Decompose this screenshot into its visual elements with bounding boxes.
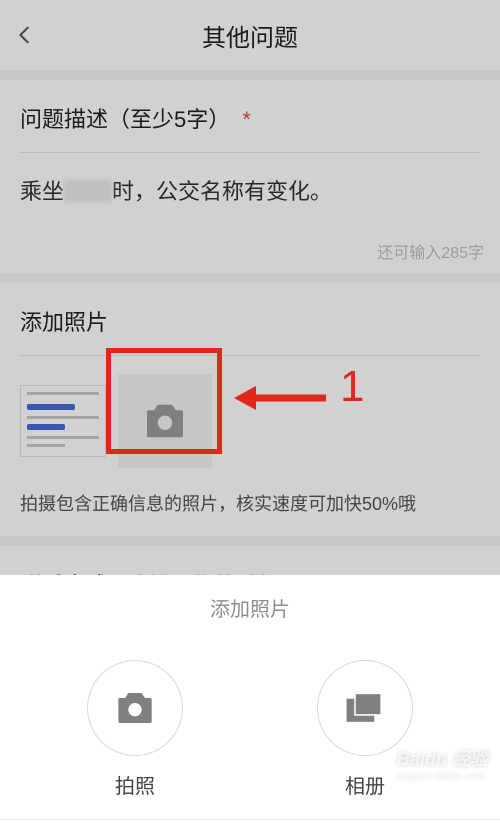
album-label: 相册 (345, 770, 385, 799)
sheet-title-row: 添加照片 (0, 575, 500, 632)
take-photo-option[interactable]: 拍照 (87, 660, 183, 799)
description-input[interactable]: 乘坐 时，公交名称有变化。 还可输入285字 (0, 153, 500, 273)
annotation-box-1 (106, 348, 222, 454)
char-counter: 还可输入285字 (377, 239, 484, 263)
album-circle (317, 660, 413, 756)
take-photo-label: 拍照 (115, 770, 155, 799)
annotation-number-1: 1 (340, 362, 364, 412)
chevron-left-icon (14, 24, 36, 46)
required-mark: * (242, 107, 251, 132)
album-option[interactable]: 相册 (317, 660, 413, 799)
page-title: 其他问题 (202, 18, 298, 53)
back-button[interactable] (14, 0, 36, 70)
annotation-arrow-1 (232, 380, 328, 416)
description-text-suffix: 时，公交名称有变化。 (112, 179, 332, 204)
redacted-text (64, 180, 112, 202)
description-label: 问题描述（至少5字） * (0, 80, 500, 152)
description-text-prefix: 乘坐 (20, 179, 64, 204)
header-bar: 其他问题 (0, 0, 500, 70)
album-icon (345, 691, 385, 725)
description-section: 问题描述（至少5字） * 乘坐 时，公交名称有变化。 还可输入285字 (0, 80, 500, 273)
sheet-options: 拍照 相册 (0, 632, 500, 819)
camera-icon (115, 691, 155, 725)
photo-row (0, 356, 500, 478)
cancel-button[interactable]: 取消 (0, 820, 500, 838)
sheet-title: 添加照片 (210, 593, 290, 622)
action-sheet: 添加照片 拍照 (0, 575, 500, 838)
photo-label: 添加照片 (0, 283, 500, 355)
description-text: 乘坐 时，公交名称有变化。 (20, 177, 480, 208)
photo-thumbnail[interactable] (20, 385, 106, 457)
take-photo-circle (87, 660, 183, 756)
description-label-text: 问题描述（至少5字） (20, 107, 230, 132)
photo-hint: 拍摄包含正确信息的照片，核实速度可加快50%哦 (0, 478, 500, 536)
screen: 其他问题 问题描述（至少5字） * 乘坐时，公交名称有变化。 还可输入285字 … (0, 0, 500, 838)
